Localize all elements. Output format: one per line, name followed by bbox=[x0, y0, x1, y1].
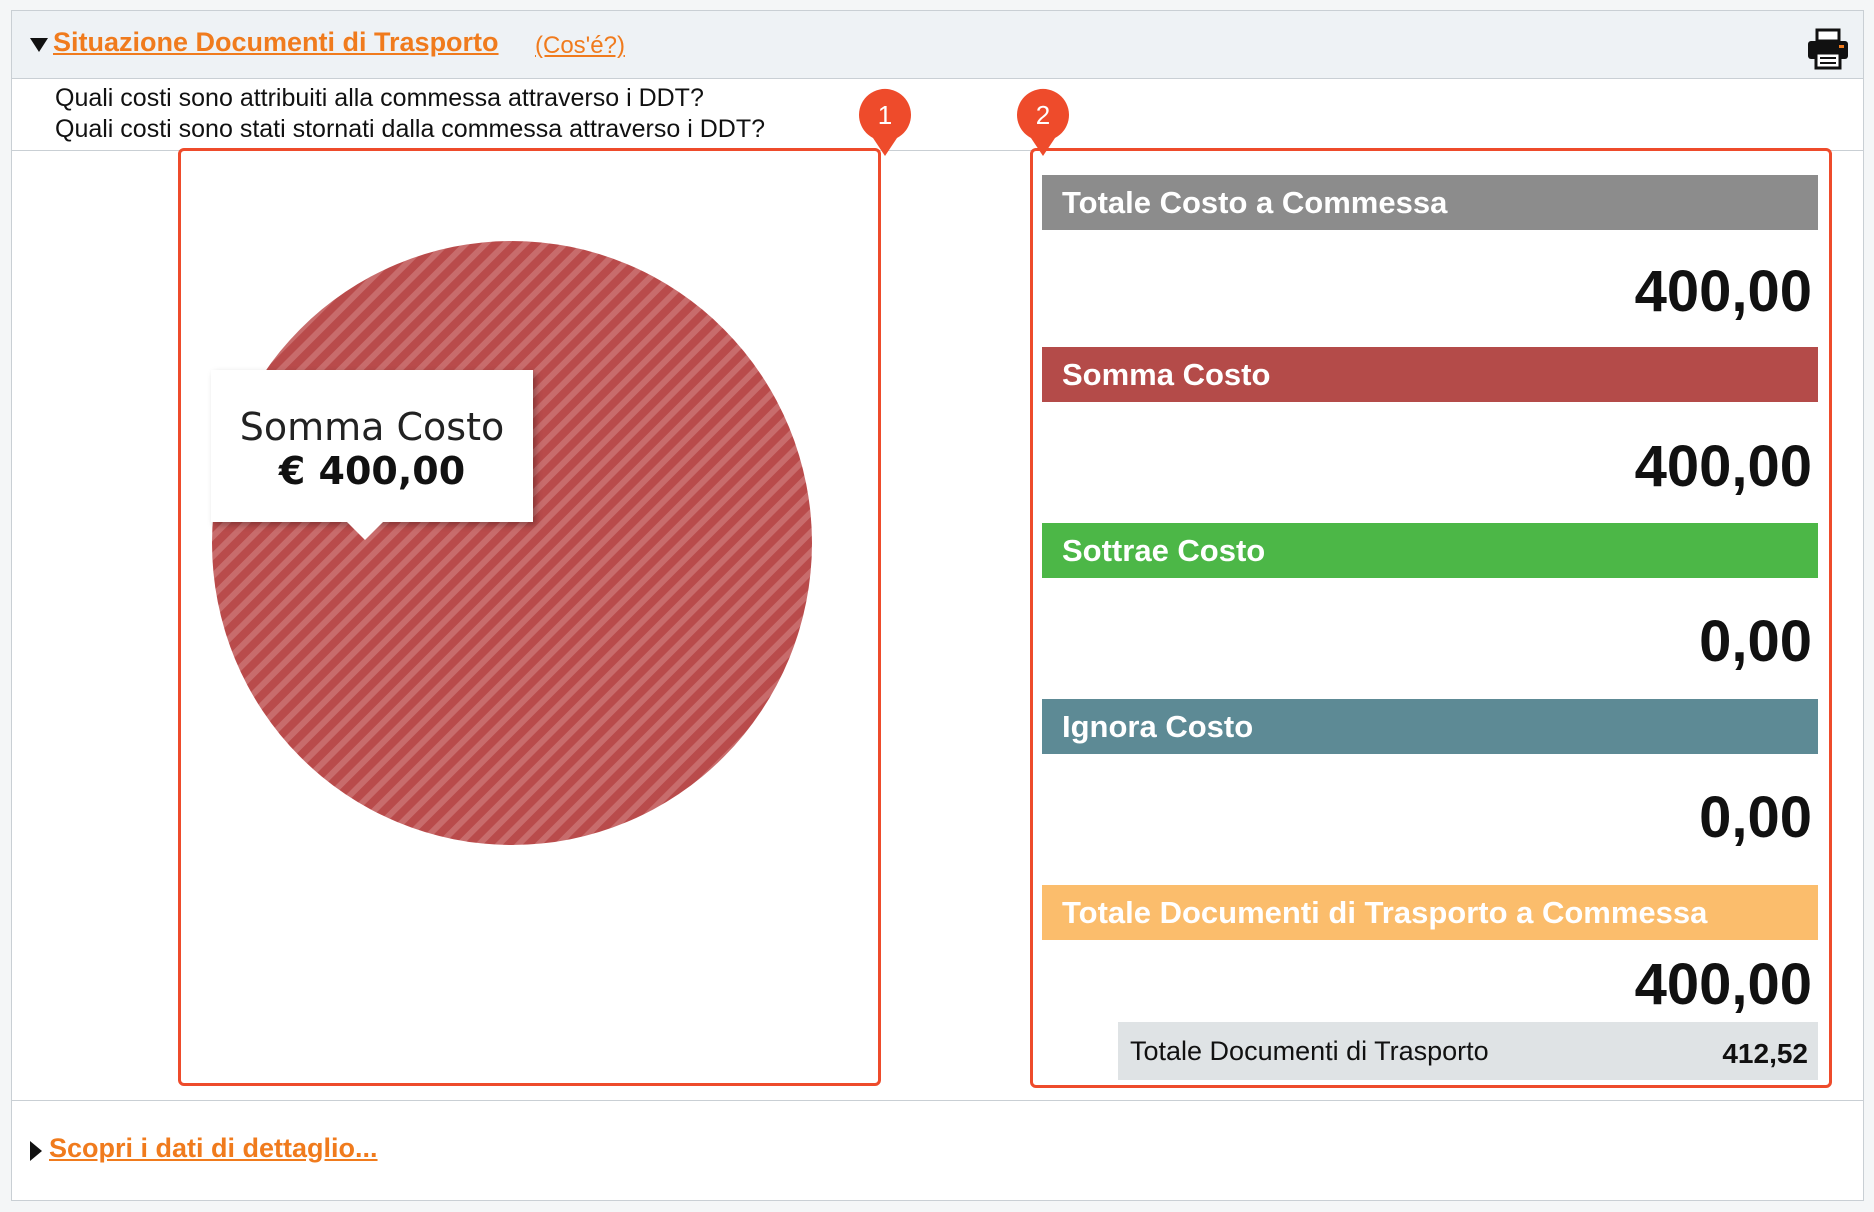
bar-sottrae-costo: Sottrae Costo bbox=[1042, 523, 1818, 578]
value-totale-ddt-commessa: 400,00 bbox=[1634, 952, 1812, 1017]
totale-ddt-row: Totale Documenti di Trasporto 412,52 bbox=[1118, 1022, 1818, 1080]
collapse-triangle-icon[interactable] bbox=[30, 38, 48, 52]
value-sottrae-costo: 0,00 bbox=[1699, 609, 1812, 674]
totale-ddt-value: 412,52 bbox=[1722, 1038, 1808, 1069]
value-totale-costo: 400,00 bbox=[1634, 259, 1812, 324]
bar-totale-ddt-commessa: Totale Documenti di Trasporto a Commessa bbox=[1042, 885, 1818, 940]
totale-ddt-label: Totale Documenti di Trasporto bbox=[1130, 1036, 1489, 1066]
callout-marker-1: 1 bbox=[856, 88, 914, 158]
chart-tooltip: Somma Costo € 400,00 bbox=[211, 370, 533, 540]
value-ignora-costo: 0,00 bbox=[1699, 785, 1812, 850]
expand-triangle-icon[interactable] bbox=[30, 1141, 42, 1161]
value-somma-costo: 400,00 bbox=[1634, 434, 1812, 499]
question-attributed: Quali costi sono attribuiti alla commess… bbox=[55, 84, 704, 112]
section-title-link[interactable]: Situazione Documenti di Trasporto bbox=[53, 27, 499, 58]
marker-number: 1 bbox=[878, 100, 892, 130]
bar-somma-costo: Somma Costo bbox=[1042, 347, 1818, 402]
marker-number: 2 bbox=[1036, 100, 1050, 130]
tooltip-label: Somma Costo bbox=[239, 405, 505, 449]
help-link[interactable]: (Cos'é?) bbox=[535, 32, 625, 60]
tooltip-value: € 400,00 bbox=[278, 449, 466, 493]
printer-icon[interactable] bbox=[1806, 27, 1850, 71]
pie-slice-somma-costo[interactable] bbox=[212, 241, 812, 845]
bar-totale-costo: Totale Costo a Commessa bbox=[1042, 175, 1818, 230]
bar-ignora-costo: Ignora Costo bbox=[1042, 699, 1818, 754]
pie-chart bbox=[210, 238, 814, 848]
question-reversed: Quali costi sono stati stornati dalla co… bbox=[55, 115, 765, 143]
divider bbox=[12, 1100, 1863, 1101]
questions-text: Quali costi sono attribuiti alla commess… bbox=[55, 83, 765, 145]
callout-marker-2: 2 bbox=[1014, 88, 1072, 158]
section-header: Situazione Documenti di Trasporto (Cos'é… bbox=[12, 11, 1863, 79]
details-link[interactable]: Scopri i dati di dettaglio... bbox=[49, 1133, 378, 1164]
